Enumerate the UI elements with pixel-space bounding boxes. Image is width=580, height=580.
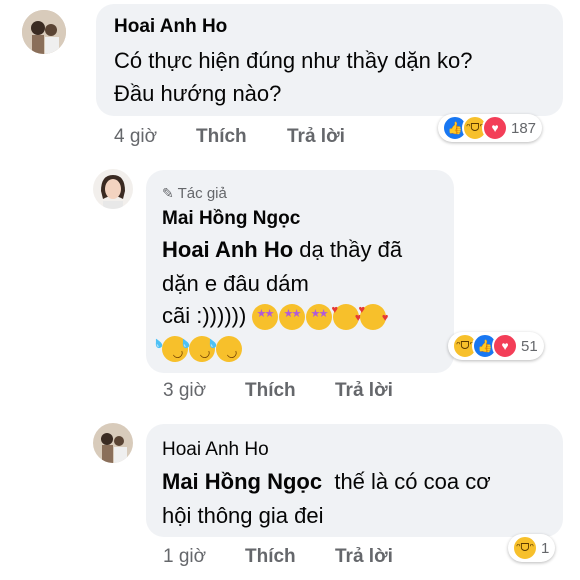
comment-bubble: ✎ Tác giả Mai Hồng Ngọc Hoai Anh Ho dạ t…	[146, 170, 454, 373]
pencil-icon: ✎	[162, 185, 174, 201]
comment-timestamp[interactable]: 3 giờ	[163, 380, 206, 402]
comment-author[interactable]: Hoai Anh Ho	[162, 439, 269, 461]
comment-text-line: Đầu hướng nào?	[114, 81, 282, 106]
reaction-count: 187	[511, 119, 537, 137]
avatar[interactable]	[93, 423, 133, 463]
comment-text-line: cãi :))))))	[162, 303, 388, 331]
reaction-summary[interactable]: ᵔᗜᵔ 👍 ♥ 51	[448, 332, 544, 360]
reaction-summary[interactable]: ᵔᗜᵔ 1	[508, 534, 556, 562]
emoji-line	[157, 331, 247, 367]
comment-text-line: Có thực hiện đúng như thầy dặn ko?	[114, 48, 473, 73]
reply-button[interactable]: Trả lời	[287, 126, 345, 148]
haha-icon: ᵔᗜᵔ	[512, 535, 538, 561]
comment-text: thế là có coa cơ	[322, 469, 491, 494]
comment-text-line: Hoai Anh Ho dạ thầy đã	[162, 237, 402, 263]
comment-text-line: dặn e đâu dám	[162, 271, 309, 296]
avatar[interactable]	[22, 10, 66, 54]
love-icon: ♥	[492, 333, 518, 359]
like-button[interactable]: Thích	[245, 380, 296, 402]
reply-button[interactable]: Trả lời	[335, 380, 393, 402]
mention-link[interactable]: Mai Hồng Ngọc	[162, 469, 322, 494]
comment-author[interactable]: Hoai Anh Ho	[114, 16, 227, 38]
author-badge-label: Tác giả	[177, 185, 227, 202]
comment-text: cãi :))))))	[162, 303, 247, 328]
reaction-count: 51	[521, 337, 538, 355]
reaction-count: 1	[541, 539, 550, 557]
star-struck-icon	[252, 304, 279, 331]
comment-timestamp[interactable]: 4 giờ	[114, 126, 157, 148]
comment-bubble: Hoai Anh Ho Có thực hiện đúng như thầy d…	[96, 4, 563, 116]
comment-actions: 4 giờ Thích Trả lời	[114, 126, 414, 150]
author-badge: ✎ Tác giả	[162, 185, 227, 202]
comment-text-line: Mai Hồng Ngọc thế là có coa cơ	[162, 469, 491, 495]
star-struck-icon	[279, 304, 306, 331]
rofl-icon	[211, 331, 247, 367]
comment-timestamp[interactable]: 1 giờ	[163, 546, 206, 568]
smiling-hearts-icon	[358, 304, 388, 331]
like-button[interactable]: Thích	[245, 546, 296, 568]
comment-bubble: Hoai Anh Ho Mai Hồng Ngọc thế là có coa …	[146, 424, 563, 537]
like-button[interactable]: Thích	[196, 126, 247, 148]
comment-author[interactable]: Mai Hồng Ngọc	[162, 208, 300, 230]
reaction-summary[interactable]: 👍 ᵔᗜᵔ ♥ 187	[438, 114, 543, 142]
comment-text-line: hội thông gia đei	[162, 503, 324, 528]
reply-button[interactable]: Trả lời	[335, 546, 393, 568]
mention-link[interactable]: Hoai Anh Ho	[162, 237, 293, 262]
love-icon: ♥	[482, 115, 508, 141]
comment-text: dạ thầy đã	[293, 237, 403, 262]
comment-actions: 1 giờ Thích Trả lời	[163, 546, 463, 570]
comment-actions: 3 giờ Thích Trả lời	[163, 380, 463, 404]
star-struck-icon	[306, 304, 333, 331]
smiling-hearts-icon	[331, 304, 361, 331]
avatar[interactable]	[93, 169, 133, 209]
